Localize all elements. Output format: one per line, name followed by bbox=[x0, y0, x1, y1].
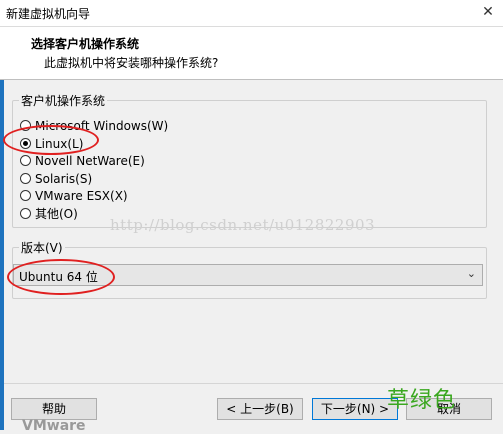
radio-option-esx[interactable]: VMware ESX(X) bbox=[20, 187, 128, 204]
title-bar: 新建虚拟机向导 ✕ bbox=[0, 0, 503, 27]
page-title: 选择客户机操作系统 bbox=[31, 37, 140, 51]
page-subtitle: 此虚拟机中将安装哪种操作系统? bbox=[44, 56, 219, 70]
radio-button[interactable] bbox=[20, 208, 31, 219]
window-edge bbox=[0, 80, 4, 430]
wizard-header: 选择客户机操作系统 此虚拟机中将安装哪种操作系统? bbox=[0, 27, 503, 80]
stamp-text: 草绿色 bbox=[387, 388, 457, 413]
help-button[interactable]: 帮助 bbox=[11, 398, 97, 420]
window-title: 新建虚拟机向导 bbox=[6, 7, 91, 21]
radio-button[interactable] bbox=[20, 190, 31, 201]
guest-os-legend: 客户机操作系统 bbox=[19, 92, 108, 109]
radio-label: VMware ESX(X) bbox=[35, 188, 128, 203]
radio-button[interactable] bbox=[20, 173, 31, 184]
chevron-down-icon[interactable]: ⌄ bbox=[467, 267, 476, 280]
version-legend: 版本(V) bbox=[19, 239, 65, 256]
radio-label: Novell NetWare(E) bbox=[35, 153, 145, 168]
close-icon[interactable]: ✕ bbox=[479, 3, 497, 21]
annotation-oval-version bbox=[7, 259, 115, 295]
next-button[interactable]: 下一步(N) > bbox=[312, 398, 398, 420]
annotation-oval-linux bbox=[3, 125, 99, 155]
radio-label: 其他(O) bbox=[35, 207, 78, 221]
radio-option-solaris[interactable]: Solaris(S) bbox=[20, 170, 92, 187]
back-button[interactable]: < 上一步(B) bbox=[217, 398, 303, 420]
watermark-url: http://blog.csdn.net/u012822903 bbox=[110, 216, 376, 234]
radio-label: Solaris(S) bbox=[35, 171, 93, 186]
background-fragment-text: VMware bbox=[22, 418, 86, 434]
radio-option-other[interactable]: 其他(O) bbox=[20, 205, 78, 222]
radio-button[interactable] bbox=[20, 155, 31, 166]
